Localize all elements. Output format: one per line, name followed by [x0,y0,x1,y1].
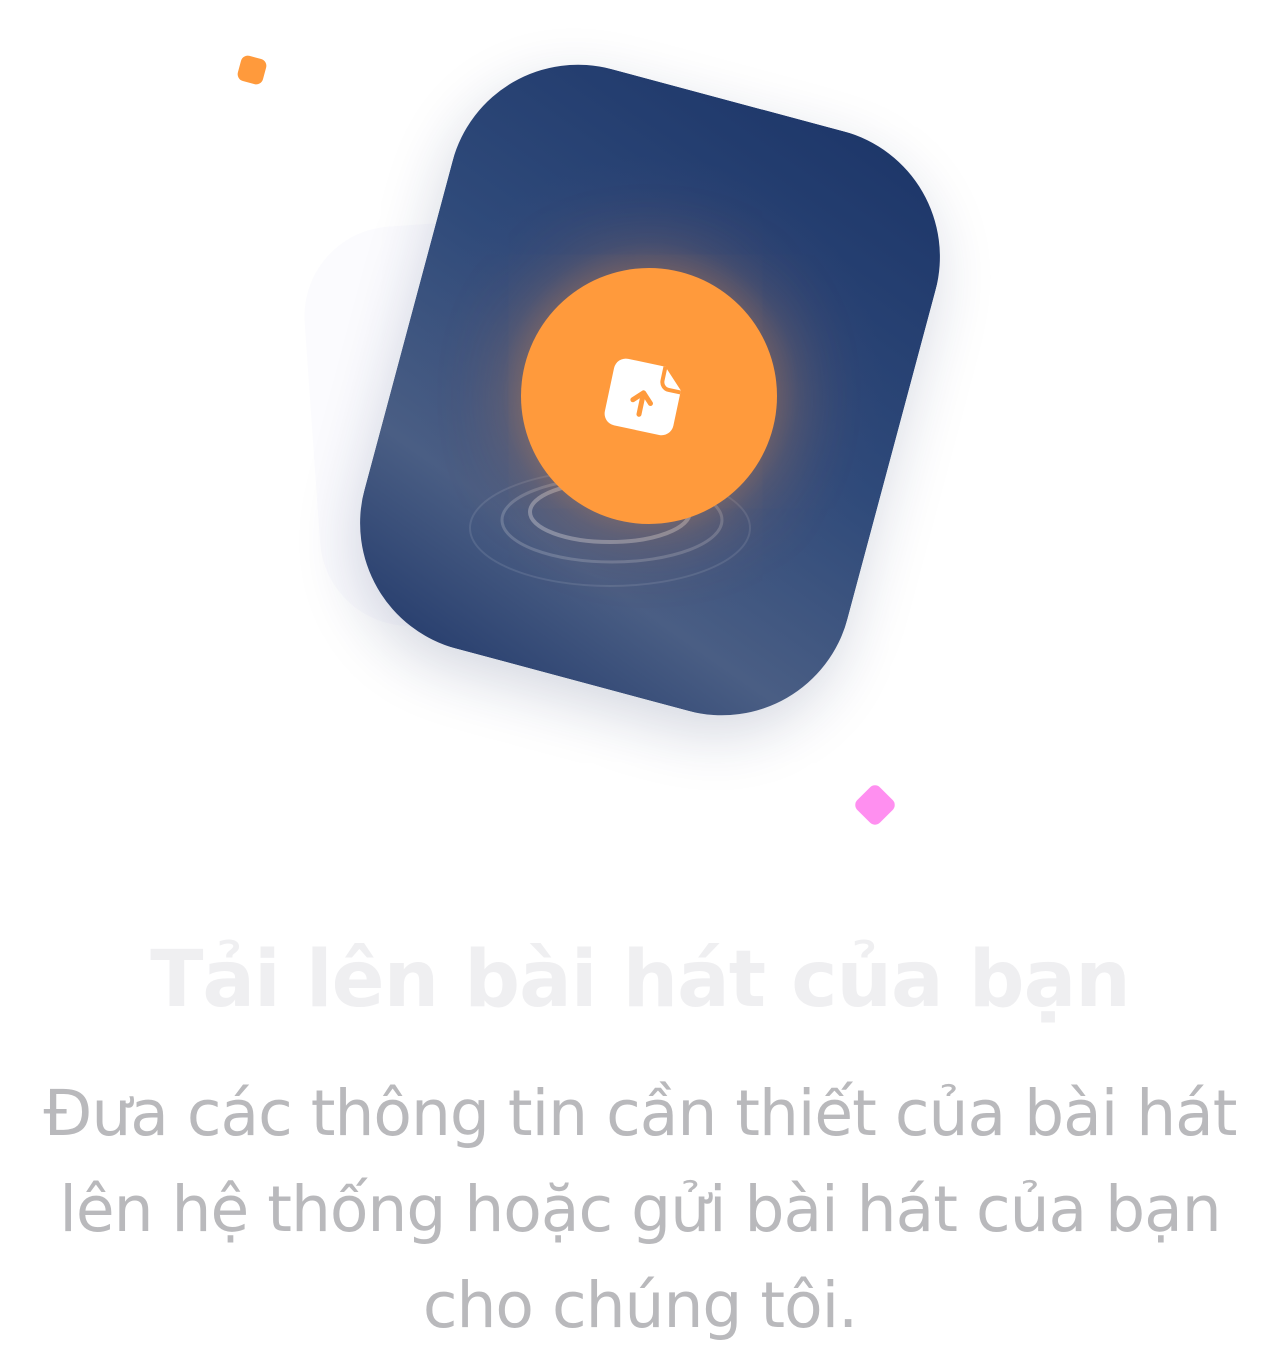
page-description: Đưa các thông tin cần thiết của bài hát … [43,1077,1238,1342]
upload-illustration [0,0,1280,880]
upload-button-circle[interactable] [521,268,777,524]
page-title: Tải lên bài hát của bạn [150,935,1131,1025]
pink-confetti-dot [852,782,898,828]
file-upload-icon [604,358,681,436]
orange-confetti-dot [236,54,268,86]
